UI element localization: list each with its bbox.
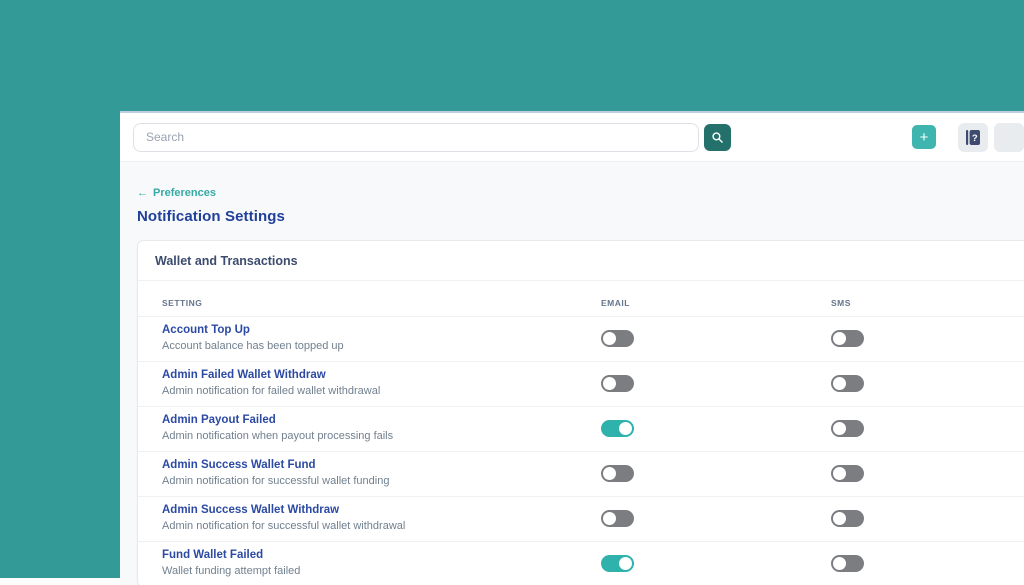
search-icon bbox=[711, 131, 724, 144]
setting-description: Account balance has been topped up bbox=[162, 340, 344, 352]
table-header-row: Setting Email SMS bbox=[138, 281, 1024, 317]
svg-text:?: ? bbox=[972, 133, 978, 144]
table-row: Admin Payout Failed Admin notification w… bbox=[138, 407, 1024, 452]
card-header-title: Wallet and Transactions bbox=[138, 241, 1024, 281]
wallet-transactions-card: Wallet and Transactions Setting Email SM… bbox=[137, 240, 1024, 585]
setting-title[interactable]: Admin Failed Wallet Withdraw bbox=[162, 369, 601, 381]
email-toggle[interactable] bbox=[601, 554, 634, 572]
back-arrow-icon: ← bbox=[137, 187, 148, 199]
setting-description: Admin notification for failed wallet wit… bbox=[162, 385, 381, 397]
column-header-setting: Setting bbox=[162, 298, 203, 308]
topbar: + ? bbox=[120, 113, 1024, 162]
sms-toggle[interactable] bbox=[831, 464, 864, 482]
toggle-knob bbox=[833, 331, 846, 345]
table-row: Admin Success Wallet Withdraw Admin noti… bbox=[138, 497, 1024, 542]
setting-title[interactable]: Admin Success Wallet Withdraw bbox=[162, 504, 601, 516]
secondary-button[interactable] bbox=[994, 122, 1024, 152]
toggle-knob bbox=[603, 466, 616, 480]
toggle-knob bbox=[603, 376, 616, 390]
setting-description: Admin notification for successful wallet… bbox=[162, 475, 390, 487]
sms-toggle[interactable] bbox=[831, 374, 864, 392]
main-panel: + ? ← Preferences Notification Settings … bbox=[120, 111, 1024, 585]
sms-toggle[interactable] bbox=[831, 329, 864, 347]
setting-description: Admin notification for successful wallet… bbox=[162, 520, 406, 532]
toggle-knob bbox=[833, 376, 846, 390]
email-toggle[interactable] bbox=[601, 509, 634, 527]
column-header-sms: SMS bbox=[831, 298, 851, 308]
toggle-knob bbox=[833, 556, 846, 570]
plus-icon: + bbox=[919, 128, 929, 146]
page-content: ← Preferences Notification Settings Wall… bbox=[120, 162, 1024, 585]
table-row: Admin Failed Wallet Withdraw Admin notif… bbox=[138, 362, 1024, 407]
toggle-knob bbox=[603, 331, 616, 345]
search-input[interactable] bbox=[133, 122, 699, 152]
toggle-knob bbox=[603, 511, 616, 525]
sms-toggle[interactable] bbox=[831, 554, 864, 572]
email-toggle[interactable] bbox=[601, 419, 634, 437]
help-book-icon: ? bbox=[966, 129, 980, 146]
column-header-email: Email bbox=[601, 298, 630, 308]
table-row: Fund Wallet Failed Wallet funding attemp… bbox=[138, 542, 1024, 585]
table-row: Admin Success Wallet Fund Admin notifica… bbox=[138, 452, 1024, 497]
sms-toggle[interactable] bbox=[831, 419, 864, 437]
toggle-knob bbox=[833, 421, 846, 435]
help-button[interactable]: ? bbox=[958, 122, 988, 152]
sms-toggle[interactable] bbox=[831, 509, 864, 527]
setting-description: Wallet funding attempt failed bbox=[162, 565, 301, 577]
page-title: Notification Settings bbox=[137, 208, 285, 225]
setting-title[interactable]: Account Top Up bbox=[162, 324, 601, 336]
setting-title[interactable]: Admin Success Wallet Fund bbox=[162, 459, 601, 471]
add-button[interactable]: + bbox=[912, 125, 936, 149]
setting-title[interactable]: Admin Payout Failed bbox=[162, 414, 601, 426]
toggle-knob bbox=[619, 421, 632, 435]
setting-title[interactable]: Fund Wallet Failed bbox=[162, 549, 601, 561]
breadcrumb-preferences-link[interactable]: ← Preferences bbox=[137, 187, 216, 199]
toggle-knob bbox=[619, 556, 632, 570]
email-toggle[interactable] bbox=[601, 329, 634, 347]
toggle-knob bbox=[833, 466, 846, 480]
breadcrumb-label: Preferences bbox=[153, 187, 216, 199]
toggle-knob bbox=[833, 511, 846, 525]
email-toggle[interactable] bbox=[601, 374, 634, 392]
setting-description: Admin notification when payout processin… bbox=[162, 430, 394, 442]
email-toggle[interactable] bbox=[601, 464, 634, 482]
table-row: Account Top Up Account balance has been … bbox=[138, 317, 1024, 362]
settings-table-body: Account Top Up Account balance has been … bbox=[138, 317, 1024, 585]
search-button[interactable] bbox=[704, 123, 731, 151]
